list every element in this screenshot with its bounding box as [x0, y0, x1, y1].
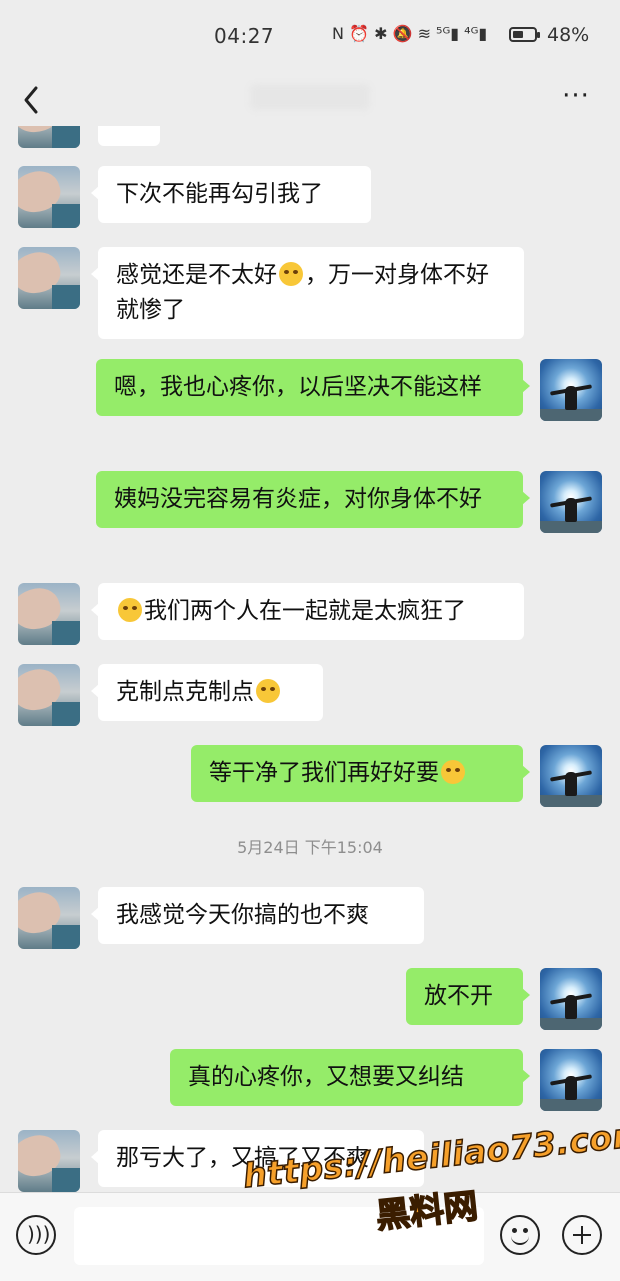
avatar-contact[interactable] — [18, 664, 80, 726]
message-bubble-outgoing[interactable]: 嗯，我也心疼你，以后坚决不能这样 — [96, 359, 530, 416]
message-text: 放不开 — [424, 983, 493, 1009]
more-options-button[interactable]: ··· — [556, 78, 596, 118]
message-text: 姨妈没完容易有炎症，对你身体不好 — [114, 486, 482, 512]
battery-icon — [509, 27, 540, 42]
avatar-self[interactable] — [540, 968, 602, 1030]
message-bubble-incoming[interactable]: 那亏大了，又搞了又不爽 — [91, 1130, 424, 1187]
message-bubble-incoming[interactable]: 感觉还是不太好 ，万一对身体不好就惨了 — [91, 247, 524, 339]
message-bubble-outgoing[interactable]: 姨妈没完容易有炎症，对你身体不好 — [96, 471, 530, 528]
battery-percent: 48% — [547, 24, 590, 46]
message-text: 下次不能再勾引我了 — [116, 181, 323, 207]
avatar-self[interactable] — [540, 745, 602, 807]
smiling-closed-eyes-emoji — [441, 760, 465, 784]
status-icons: N ⏰ ✱ 🔕 ≋ ⁵ᴳ▮ ⁴ᴳ▮ — [332, 24, 488, 43]
avatar-self[interactable] — [540, 1049, 602, 1111]
message-bubble-partial — [98, 126, 160, 146]
dizzy-face-emoji — [256, 679, 280, 703]
message-bubble-incoming[interactable]: 我感觉今天你搞的也不爽 — [91, 887, 424, 944]
avatar-contact[interactable] — [18, 247, 80, 309]
more-actions-plus-button[interactable] — [562, 1215, 602, 1255]
avatar-contact[interactable] — [18, 583, 80, 645]
message-text: 真的心疼你，又想要又纠结 — [188, 1064, 464, 1090]
message-text: 嗯，我也心疼你，以后坚决不能这样 — [114, 374, 482, 400]
message-bubble-outgoing[interactable]: 真的心疼你，又想要又纠结 — [170, 1049, 530, 1106]
message-text: 感觉还是不太好 — [116, 262, 277, 288]
message-text: 我们两个人在一起就是太疯狂了 — [144, 598, 466, 624]
message-text: 我感觉今天你搞的也不爽 — [116, 902, 369, 928]
message-bubble-outgoing[interactable]: 放不开 — [406, 968, 530, 1025]
message-text: 等干净了我们再好好要 — [209, 760, 439, 786]
avatar-contact[interactable] — [18, 1130, 80, 1192]
message-timestamp: 5月24日 下午15:04 — [237, 838, 383, 857]
avatar-self[interactable] — [540, 471, 602, 533]
voice-input-button[interactable]: ))) — [16, 1215, 56, 1255]
chevron-left-icon — [24, 86, 38, 114]
message-text: 克制点克制点 — [116, 679, 254, 705]
back-button[interactable] — [14, 76, 54, 120]
message-bubble-outgoing[interactable]: 等干净了我们再好好要 — [191, 745, 530, 802]
chat-title-blurred — [250, 84, 370, 110]
message-list[interactable]: 下次不能再勾引我了 感觉还是不太好 ，万一对身体不好就惨了 嗯，我也心疼你，以后坚… — [0, 126, 620, 1192]
avatar-self[interactable] — [540, 359, 602, 421]
sneezing-emoji — [118, 598, 142, 622]
emoji-picker-button[interactable] — [500, 1215, 540, 1255]
voice-wave-icon: ))) — [27, 1222, 51, 1246]
message-bubble-incoming[interactable]: 克制点克制点 — [91, 664, 323, 721]
message-input[interactable] — [74, 1207, 484, 1265]
avatar-contact[interactable] — [18, 887, 80, 949]
tears-of-joy-emoji — [279, 262, 303, 286]
status-time: 04:27 — [214, 24, 275, 48]
status-bar: 04:27 N ⏰ ✱ 🔕 ≋ ⁵ᴳ▮ ⁴ᴳ▮ 48% — [0, 0, 620, 70]
avatar-contact[interactable] — [18, 166, 80, 228]
avatar-contact[interactable] — [18, 126, 80, 148]
input-bar: ))) — [0, 1192, 620, 1281]
message-text: 那亏大了，又搞了又不爽 — [116, 1145, 369, 1171]
chat-header: ··· — [0, 70, 620, 126]
message-bubble-incoming[interactable]: 我们两个人在一起就是太疯狂了 — [91, 583, 524, 640]
message-bubble-incoming[interactable]: 下次不能再勾引我了 — [91, 166, 371, 223]
